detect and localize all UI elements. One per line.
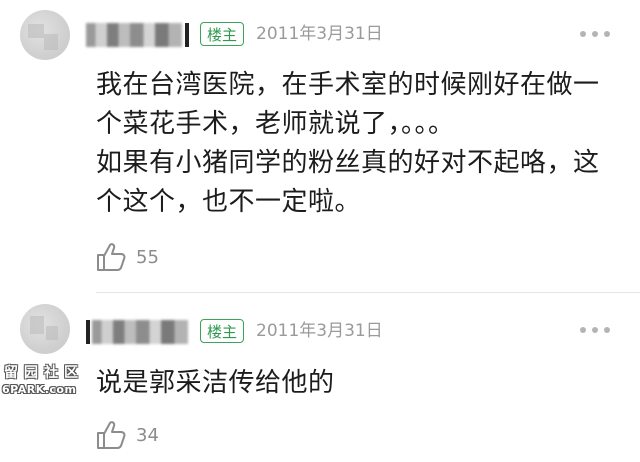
op-badge: 楼主 — [200, 319, 245, 343]
comment-line: 说是郭采洁传给他的 — [96, 368, 335, 398]
thumbs-up-icon — [97, 243, 126, 271]
thumbs-up-icon — [97, 421, 126, 449]
comment-date: 2011年3月31日 — [256, 321, 383, 341]
username-redaction-edge — [185, 23, 189, 47]
username-redacted[interactable] — [92, 320, 188, 344]
comment-line: 个菜花手术，老师就说了，。。。 — [96, 109, 455, 139]
username-redacted[interactable] — [86, 23, 182, 47]
comment-body: 说是郭采洁传给他的 — [96, 364, 335, 403]
avatar[interactable] — [20, 304, 70, 354]
more-options-icon[interactable] — [580, 325, 610, 335]
comment-line: 个这个，也不一定啦。 — [96, 187, 362, 217]
watermark-url: 6PARK.com — [2, 383, 77, 396]
comment-body: 我在台湾医院，在手术室的时候刚好在做一 个菜花手术，老师就说了，。。。 如果有小… — [96, 66, 600, 222]
like-count: 55 — [136, 246, 159, 268]
comment-date: 2011年3月31日 — [256, 24, 383, 44]
like-count: 34 — [136, 424, 159, 446]
avatar[interactable] — [20, 10, 70, 60]
more-options-icon[interactable] — [580, 29, 610, 39]
comment-divider — [96, 292, 640, 293]
like-button[interactable]: 34 — [96, 420, 159, 450]
comment-line: 如果有小猪同学的粉丝真的好对不起咯，这 — [96, 148, 600, 178]
op-badge: 楼主 — [200, 22, 245, 46]
watermark-text: 留园社区 — [4, 365, 84, 381]
username-redaction-edge — [86, 320, 90, 344]
like-button[interactable]: 55 — [96, 242, 159, 272]
comment-line: 我在台湾医院，在手术室的时候刚好在做一 — [96, 70, 600, 100]
